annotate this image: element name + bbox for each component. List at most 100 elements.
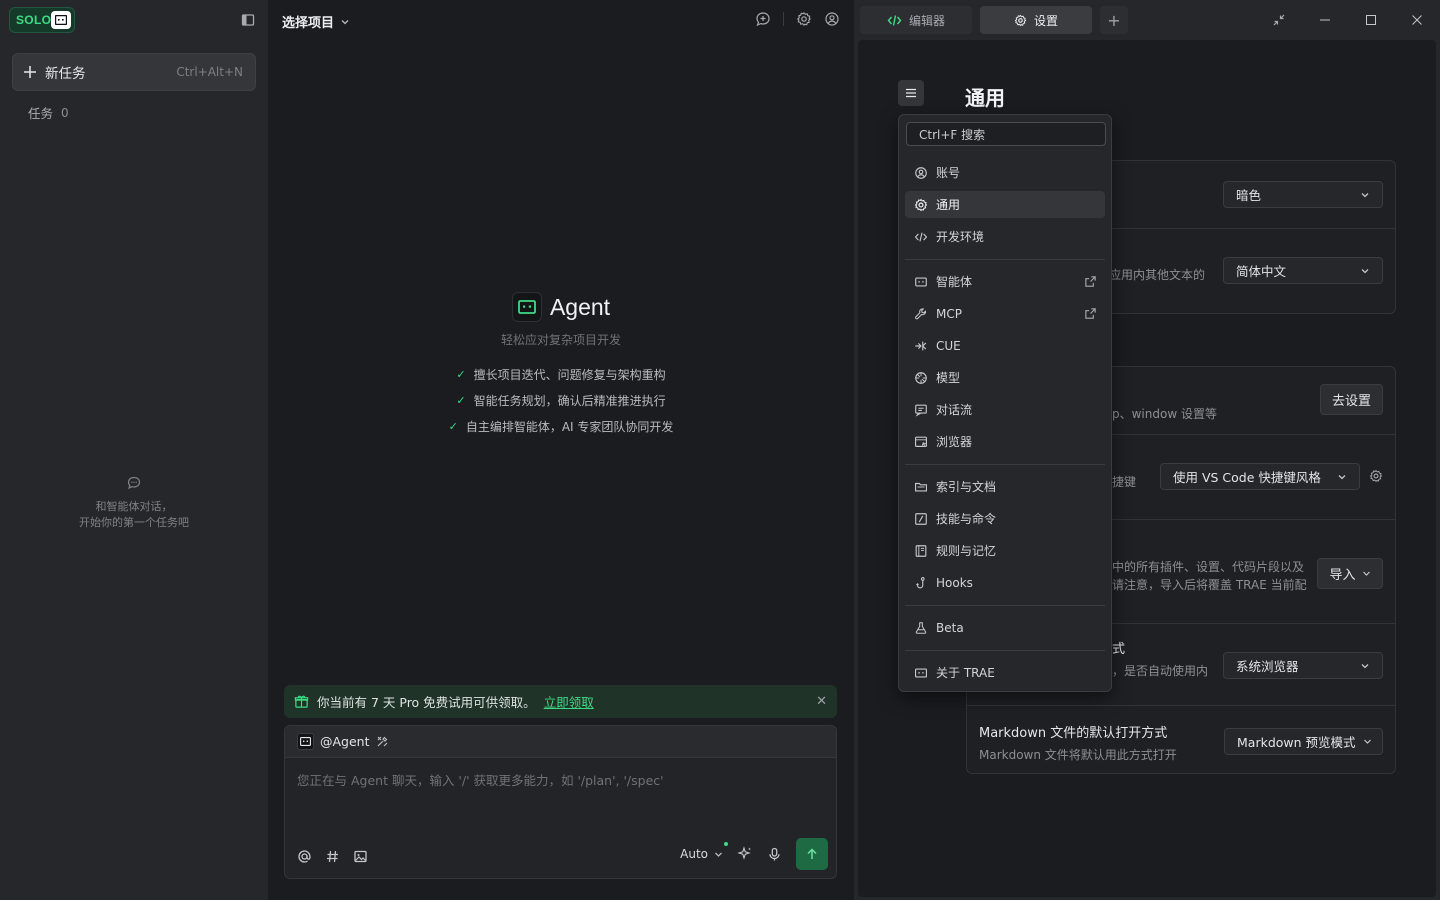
flask-icon — [915, 621, 927, 634]
nav-item-browser[interactable]: 浏览器 — [905, 428, 1105, 455]
tab-settings[interactable]: 设置 — [980, 6, 1092, 34]
agent-mention[interactable]: @Agent — [320, 734, 370, 749]
nav-item-dev-env[interactable]: 开发环境 — [905, 223, 1105, 250]
nav-item-mcp[interactable]: MCP — [905, 300, 1105, 327]
at-icon[interactable] — [297, 849, 312, 864]
chevron-down-icon — [1338, 474, 1346, 479]
migrate-description-1: 中的所有插件、设置、代码片段以及 — [1112, 560, 1305, 574]
nav-item-label: 对话流 — [936, 403, 973, 417]
nav-divider — [905, 605, 1105, 606]
tab-settings-label: 设置 — [1033, 13, 1058, 28]
nav-item-chat-flow[interactable]: 对话流 — [905, 396, 1105, 423]
new-chat-icon[interactable] — [755, 11, 771, 27]
send-button[interactable] — [796, 838, 828, 870]
book-icon — [915, 544, 927, 557]
agent-subtitle: 轻松应对复杂项目开发 — [500, 333, 621, 347]
keybindings-select[interactable]: 使用 VS Code 快捷键风格 — [1160, 463, 1360, 490]
new-task-button[interactable]: 新任务 Ctrl+Alt+N — [12, 53, 256, 91]
gear-icon[interactable] — [796, 11, 812, 27]
browser-select-value: 系统浏览器 — [1236, 659, 1299, 674]
tab-editor-label: 编辑器 — [908, 13, 945, 28]
solo-badge[interactable]: SOLO — [9, 7, 75, 33]
tab-editor[interactable]: 编辑器 — [860, 6, 972, 34]
divider — [783, 12, 784, 26]
nav-item-index-docs[interactable]: 索引与文档 — [905, 473, 1105, 500]
import-button[interactable]: 导入 — [1317, 558, 1383, 589]
external-link-icon — [1085, 308, 1096, 319]
nav-item-hooks[interactable]: Hooks — [905, 569, 1105, 596]
import-config-description: p、window 设置等 — [1112, 407, 1217, 421]
close-icon[interactable]: ✕ — [816, 694, 827, 709]
browser-title: 式 — [1112, 642, 1126, 657]
gear-icon — [914, 198, 928, 211]
chat-input[interactable]: 您正在与 Agent 聊天，输入 '/' 获取更多能力，如 '/plan', '… — [297, 770, 664, 789]
sidebar-collapse-icon[interactable] — [240, 12, 256, 28]
hash-icon[interactable] — [325, 849, 340, 864]
trae-logo-icon — [51, 11, 71, 29]
nav-item-label: MCP — [936, 306, 962, 321]
empty-line-2: 开始你的第一个任务吧 — [79, 516, 189, 529]
menu-icon[interactable] — [898, 80, 924, 106]
project-select[interactable]: 选择项目 — [282, 12, 350, 31]
markdown-open-value: Markdown 预览模式 — [1237, 735, 1356, 750]
collapse-icon[interactable] — [1256, 0, 1302, 40]
nav-item-label: 规则与记忆 — [936, 544, 997, 558]
check-icon: ✓ — [448, 420, 458, 433]
empty-state: 和智能体对话， 开始你的第一个任务吧 — [0, 475, 268, 531]
nav-item-rules-memory[interactable]: 规则与记忆 — [905, 537, 1105, 564]
feature-item: ✓ 自主编排智能体，AI 专家团队协同开发 — [449, 418, 674, 436]
add-tab-button[interactable]: + — [1100, 6, 1128, 34]
feature-item: ✓ 智能任务规划，确认后精准推进执行 — [456, 392, 665, 410]
nav-item-models[interactable]: 模型 — [905, 364, 1105, 391]
minimize-button[interactable] — [1302, 0, 1348, 40]
chevron-down-icon — [1362, 571, 1370, 576]
chat-bubble-icon — [126, 475, 142, 491]
nav-item-account[interactable]: 账号 — [905, 159, 1105, 186]
nav-item-beta[interactable]: Beta — [905, 614, 1105, 641]
keybindings-description: 捷键 — [1112, 475, 1137, 489]
claim-link[interactable]: 立即领取 — [544, 692, 594, 711]
chevron-down-icon — [715, 852, 722, 857]
nav-item-label: 技能与命令 — [936, 512, 997, 526]
close-window-button[interactable] — [1394, 0, 1440, 40]
tasks-header[interactable]: 任务 0 — [28, 103, 69, 122]
image-icon[interactable] — [353, 849, 368, 864]
chevron-down-icon — [1364, 739, 1371, 744]
feature-list: ✓ 擅长项目迭代、问题修复与架构重构 ✓ 智能任务规划，确认后精准推进执行 ✓ 自主编… — [268, 366, 854, 436]
nav-item-label: Beta — [936, 620, 964, 635]
keybindings-select-value: 使用 VS Code 快捷键风格 — [1173, 470, 1321, 485]
tools-icon[interactable] — [376, 735, 389, 748]
nav-item-label: 索引与文档 — [936, 480, 997, 494]
account-icon[interactable] — [824, 11, 840, 27]
language-select[interactable]: 简体中文 — [1223, 257, 1383, 284]
gift-icon — [294, 695, 309, 708]
browser-select[interactable]: 系统浏览器 — [1223, 652, 1383, 679]
go-settings-label: 去设置 — [1331, 394, 1371, 409]
feature-text: 自主编排智能体，AI 专家团队协同开发 — [465, 420, 674, 434]
sparkle-icon[interactable] — [737, 846, 753, 862]
markdown-open-select[interactable]: Markdown 预览模式 — [1224, 728, 1383, 755]
microphone-icon[interactable] — [767, 847, 782, 862]
gear-icon[interactable] — [1369, 469, 1383, 483]
go-settings-button[interactable]: 去设置 — [1320, 384, 1383, 415]
model-select[interactable]: Auto — [680, 842, 728, 861]
nav-item-agents[interactable]: 智能体 — [905, 268, 1105, 295]
maximize-button[interactable] — [1348, 0, 1394, 40]
nav-item-general[interactable]: 通用 — [905, 191, 1105, 218]
nav-item-about[interactable]: 关于 TRAE — [905, 659, 1105, 686]
settings-nav-menu: Ctrl+F 搜索 账号 通用 开发环境 智能体 MCP CUE 模型 对话流 … — [898, 114, 1112, 692]
status-dot — [724, 842, 728, 846]
settings-search-input[interactable]: Ctrl+F 搜索 — [906, 122, 1106, 146]
nav-divider — [905, 259, 1105, 260]
nav-item-label: Hooks — [936, 575, 973, 590]
sidebar: SOLO 新任务 Ctrl+Alt+N 任务 0 和智能体对话， 开始你的第一个… — [0, 0, 268, 900]
migrate-description-2: 请注意，导入后将覆盖 TRAE 当前配 — [1112, 578, 1307, 592]
theme-select[interactable]: 暗色 — [1223, 181, 1383, 208]
input-header: @Agent — [285, 726, 836, 758]
feature-text: 擅长项目迭代、问题修复与架构重构 — [473, 368, 666, 382]
language-select-value: 简体中文 — [1236, 264, 1287, 279]
nav-item-cue[interactable]: CUE — [905, 332, 1105, 359]
wrench-icon — [915, 307, 926, 319]
code-icon — [914, 231, 928, 242]
nav-item-skills[interactable]: 技能与命令 — [905, 505, 1105, 532]
